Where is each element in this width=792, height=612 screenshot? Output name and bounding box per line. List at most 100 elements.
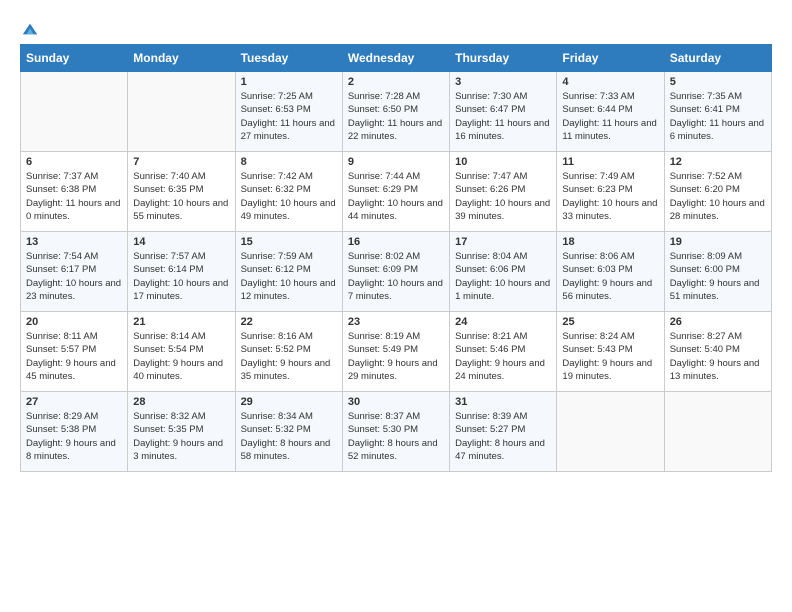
day-number: 24: [455, 316, 551, 328]
column-header-friday: Friday: [557, 45, 664, 72]
calendar-cell: 8Sunrise: 7:42 AMSunset: 6:32 PMDaylight…: [235, 152, 342, 232]
calendar-cell: 7Sunrise: 7:40 AMSunset: 6:35 PMDaylight…: [128, 152, 235, 232]
week-row-5: 27 Sunrise: 8:29 AMSunset: 5:38 PMDayligh…: [21, 392, 772, 472]
calendar-cell: 13Sunrise: 7:54 AMSunset: 6:17 PMDayligh…: [21, 232, 128, 312]
day-number: 20: [26, 316, 122, 328]
day-number: 31: [455, 396, 551, 408]
day-number: 22: [241, 316, 337, 328]
column-header-saturday: Saturday: [664, 45, 771, 72]
calendar-cell: [128, 72, 235, 152]
calendar-cell: 31 Sunrise: 8:39 AMSunset: 5:27 PMDayligh…: [450, 392, 557, 472]
day-number: 15: [241, 236, 337, 248]
day-number: 2: [348, 76, 444, 88]
day-number: 28: [133, 396, 229, 408]
day-detail: Sunrise: 8:24 AMSunset: 5:43 PMDaylight:…: [562, 330, 658, 383]
column-header-wednesday: Wednesday: [342, 45, 449, 72]
column-header-thursday: Thursday: [450, 45, 557, 72]
day-number: 9: [348, 156, 444, 168]
day-detail: Sunrise: 7:35 AMSunset: 6:41 PMDaylight:…: [670, 90, 766, 143]
day-number: 3: [455, 76, 551, 88]
day-number: 8: [241, 156, 337, 168]
day-number: 12: [670, 156, 766, 168]
calendar-table: SundayMondayTuesdayWednesdayThursdayFrid…: [20, 44, 772, 472]
calendar-cell: 20 Sunrise: 8:11 AMSunset: 5:57 PMDayligh…: [21, 312, 128, 392]
calendar-cell: 27 Sunrise: 8:29 AMSunset: 5:38 PMDayligh…: [21, 392, 128, 472]
day-number: 10: [455, 156, 551, 168]
day-detail: Sunrise: 8:21 AMSunset: 5:46 PMDaylight:…: [455, 330, 551, 383]
day-number: 1: [241, 76, 337, 88]
day-detail: Sunrise: 8:27 AMSunset: 5:40 PMDaylight:…: [670, 330, 766, 383]
calendar-cell: 24 Sunrise: 8:21 AMSunset: 5:46 PMDayligh…: [450, 312, 557, 392]
column-header-tuesday: Tuesday: [235, 45, 342, 72]
calendar-cell: 15 Sunrise: 7:59 AMSunset: 6:12 PMDayligh…: [235, 232, 342, 312]
day-detail: Sunrise: 7:28 AMSunset: 6:50 PMDaylight:…: [348, 90, 444, 143]
day-detail: Sunrise: 8:11 AMSunset: 5:57 PMDaylight:…: [26, 330, 122, 383]
day-detail: Sunrise: 8:06 AMSunset: 6:03 PMDaylight:…: [562, 250, 658, 303]
calendar-cell: 28 Sunrise: 8:32 AMSunset: 5:35 PMDayligh…: [128, 392, 235, 472]
calendar-cell: 9 Sunrise: 7:44 AMSunset: 6:29 PMDaylight…: [342, 152, 449, 232]
day-detail: Sunrise: 8:32 AMSunset: 5:35 PMDaylight:…: [133, 410, 229, 463]
calendar-cell: 1 Sunrise: 7:25 AMSunset: 6:53 PMDaylight…: [235, 72, 342, 152]
calendar-cell: 17Sunrise: 8:04 AMSunset: 6:06 PMDayligh…: [450, 232, 557, 312]
calendar-cell: 2 Sunrise: 7:28 AMSunset: 6:50 PMDaylight…: [342, 72, 449, 152]
day-detail: Sunrise: 8:02 AMSunset: 6:09 PMDaylight:…: [348, 250, 444, 303]
day-number: 29: [241, 396, 337, 408]
day-number: 27: [26, 396, 122, 408]
day-number: 23: [348, 316, 444, 328]
calendar-cell: 14 Sunrise: 7:57 AMSunset: 6:14 PMDayligh…: [128, 232, 235, 312]
day-detail: Sunrise: 7:44 AMSunset: 6:29 PMDaylight:…: [348, 170, 444, 223]
calendar-cell: [664, 392, 771, 472]
week-row-3: 13Sunrise: 7:54 AMSunset: 6:17 PMDayligh…: [21, 232, 772, 312]
day-detail: Sunrise: 8:29 AMSunset: 5:38 PMDaylight:…: [26, 410, 122, 463]
week-row-1: 1 Sunrise: 7:25 AMSunset: 6:53 PMDaylight…: [21, 72, 772, 152]
calendar-cell: 11 Sunrise: 7:49 AMSunset: 6:23 PMDayligh…: [557, 152, 664, 232]
week-row-2: 6 Sunrise: 7:37 AMSunset: 6:38 PMDaylight…: [21, 152, 772, 232]
calendar-cell: 4Sunrise: 7:33 AMSunset: 6:44 PMDaylight…: [557, 72, 664, 152]
day-detail: Sunrise: 7:57 AMSunset: 6:14 PMDaylight:…: [133, 250, 229, 303]
day-number: 25: [562, 316, 658, 328]
calendar-cell: 19Sunrise: 8:09 AMSunset: 6:00 PMDayligh…: [664, 232, 771, 312]
day-number: 26: [670, 316, 766, 328]
day-detail: Sunrise: 7:59 AMSunset: 6:12 PMDaylight:…: [241, 250, 337, 303]
logo: [20, 20, 39, 34]
day-detail: Sunrise: 8:19 AMSunset: 5:49 PMDaylight:…: [348, 330, 444, 383]
calendar-cell: 10Sunrise: 7:47 AMSunset: 6:26 PMDayligh…: [450, 152, 557, 232]
calendar-cell: 16 Sunrise: 8:02 AMSunset: 6:09 PMDayligh…: [342, 232, 449, 312]
day-detail: Sunrise: 8:16 AMSunset: 5:52 PMDaylight:…: [241, 330, 337, 383]
header-row: SundayMondayTuesdayWednesdayThursdayFrid…: [21, 45, 772, 72]
calendar-cell: 26 Sunrise: 8:27 AMSunset: 5:40 PMDayligh…: [664, 312, 771, 392]
calendar-cell: 12Sunrise: 7:52 AMSunset: 6:20 PMDayligh…: [664, 152, 771, 232]
calendar-cell: [557, 392, 664, 472]
day-detail: Sunrise: 8:37 AMSunset: 5:30 PMDaylight:…: [348, 410, 444, 463]
column-header-sunday: Sunday: [21, 45, 128, 72]
day-detail: Sunrise: 8:09 AMSunset: 6:00 PMDaylight:…: [670, 250, 766, 303]
day-detail: Sunrise: 7:30 AMSunset: 6:47 PMDaylight:…: [455, 90, 551, 143]
day-number: 21: [133, 316, 229, 328]
page-header: [20, 20, 772, 34]
day-detail: Sunrise: 7:37 AMSunset: 6:38 PMDaylight:…: [26, 170, 122, 223]
day-detail: Sunrise: 8:14 AMSunset: 5:54 PMDaylight:…: [133, 330, 229, 383]
calendar-cell: 30Sunrise: 8:37 AMSunset: 5:30 PMDayligh…: [342, 392, 449, 472]
day-number: 6: [26, 156, 122, 168]
calendar-cell: 6 Sunrise: 7:37 AMSunset: 6:38 PMDaylight…: [21, 152, 128, 232]
day-detail: Sunrise: 7:49 AMSunset: 6:23 PMDaylight:…: [562, 170, 658, 223]
day-detail: Sunrise: 8:39 AMSunset: 5:27 PMDaylight:…: [455, 410, 551, 463]
calendar-cell: 23 Sunrise: 8:19 AMSunset: 5:49 PMDayligh…: [342, 312, 449, 392]
calendar-cell: 5 Sunrise: 7:35 AMSunset: 6:41 PMDaylight…: [664, 72, 771, 152]
day-detail: Sunrise: 7:40 AMSunset: 6:35 PMDaylight:…: [133, 170, 229, 223]
day-number: 5: [670, 76, 766, 88]
calendar-cell: 29Sunrise: 8:34 AMSunset: 5:32 PMDayligh…: [235, 392, 342, 472]
day-number: 11: [562, 156, 658, 168]
day-number: 14: [133, 236, 229, 248]
day-number: 4: [562, 76, 658, 88]
day-detail: Sunrise: 8:04 AMSunset: 6:06 PMDaylight:…: [455, 250, 551, 303]
day-number: 18: [562, 236, 658, 248]
day-detail: Sunrise: 7:25 AMSunset: 6:53 PMDaylight:…: [241, 90, 337, 143]
calendar-cell: [21, 72, 128, 152]
week-row-4: 20 Sunrise: 8:11 AMSunset: 5:57 PMDayligh…: [21, 312, 772, 392]
calendar-cell: 3 Sunrise: 7:30 AMSunset: 6:47 PMDaylight…: [450, 72, 557, 152]
calendar-cell: 22 Sunrise: 8:16 AMSunset: 5:52 PMDayligh…: [235, 312, 342, 392]
day-number: 13: [26, 236, 122, 248]
calendar-cell: 25 Sunrise: 8:24 AMSunset: 5:43 PMDayligh…: [557, 312, 664, 392]
day-number: 16: [348, 236, 444, 248]
